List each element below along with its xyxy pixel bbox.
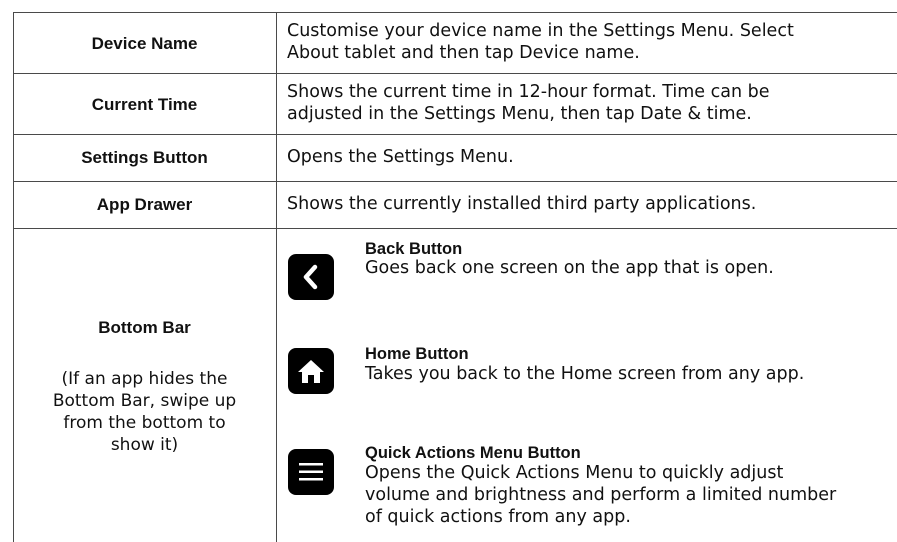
quick-actions-button-title: Quick Actions Menu Button [365, 444, 581, 462]
row-divider [13, 73, 897, 74]
back-chevron-icon [288, 254, 334, 300]
note-line: (If an app hides the [61, 369, 228, 389]
feature-table: Device Name Customise your device name i… [13, 12, 897, 542]
row-label-bottom-bar: Bottom Bar [98, 318, 191, 337]
row-divider [13, 228, 897, 229]
note-line: from the bottom to [63, 413, 226, 433]
note-line: show it) [110, 435, 179, 455]
row-divider [13, 181, 897, 182]
row-description: About tablet and then tap Device name. [287, 43, 640, 63]
row-description: adjusted in the Settings Menu, then tap … [287, 104, 752, 124]
row-label-app-drawer: App Drawer [96, 195, 193, 214]
quick-actions-button-description: of quick actions from any app. [365, 507, 631, 527]
home-button-description: Takes you back to the Home screen from a… [365, 364, 805, 384]
row-label-settings-button: Settings Button [81, 148, 208, 167]
quick-actions-button-description: volume and brightness and perform a limi… [365, 485, 837, 505]
table-border-top [13, 12, 897, 13]
row-label-current-time: Current Time [91, 95, 198, 114]
home-icon [288, 348, 334, 394]
row-divider [13, 134, 897, 135]
row-description: Opens the Settings Menu. [287, 147, 514, 167]
row-description: Shows the currently installed third part… [287, 194, 757, 214]
quick-actions-button-description: Opens the Quick Actions Menu to quickly … [365, 463, 784, 483]
table-border-left [13, 12, 14, 542]
note-line: Bottom Bar, swipe up [52, 391, 237, 411]
column-divider [276, 12, 277, 542]
row-description: Customise your device name in the Settin… [287, 21, 794, 41]
back-button-description: Goes back one screen on the app that is … [365, 258, 774, 278]
menu-icon [288, 449, 334, 495]
home-button-title: Home Button [365, 345, 469, 363]
row-label-device-name: Device Name [91, 34, 198, 53]
bottom-bar-note: (If an app hides the Bottom Bar, swipe u… [13, 368, 276, 456]
row-description: Shows the current time in 12-hour format… [287, 82, 770, 102]
